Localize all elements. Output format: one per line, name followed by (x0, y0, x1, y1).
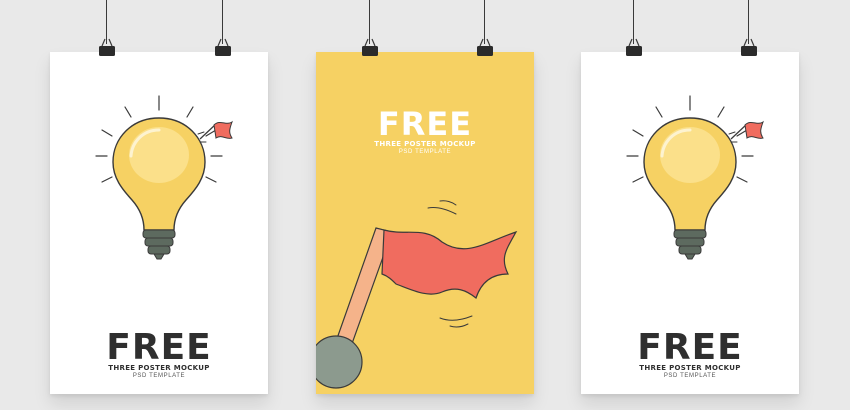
poster-title: FREE (637, 327, 743, 368)
flag-icon (316, 200, 518, 389)
poster-right: FREE THREE POSTER MOCKUP PSD TEMPLATE (581, 52, 799, 394)
poster-tagline: PSD TEMPLATE (132, 373, 186, 379)
binder-clip-icon (477, 38, 493, 56)
binder-clip-icon (215, 38, 231, 56)
poster-center: FREE THREE POSTER MOCKUP PSD TEMPLATE (316, 52, 534, 394)
binder-clip-icon (741, 38, 757, 56)
poster-tagline: PSD TEMPLATE (663, 373, 717, 379)
binder-clip-icon (626, 38, 642, 56)
binder-clip-icon (362, 38, 378, 56)
binder-clip-icon (99, 38, 115, 56)
poster-title: FREE (106, 327, 212, 368)
poster-subtitle: THREE POSTER MOCKUP (639, 364, 741, 372)
poster-mockup-scene: FREE THREE POSTER MOCKUP PSD TEMPLATE FR… (0, 0, 850, 410)
poster-subtitle: THREE POSTER MOCKUP (108, 364, 210, 372)
poster-left: FREE THREE POSTER MOCKUP PSD TEMPLATE (50, 52, 268, 394)
